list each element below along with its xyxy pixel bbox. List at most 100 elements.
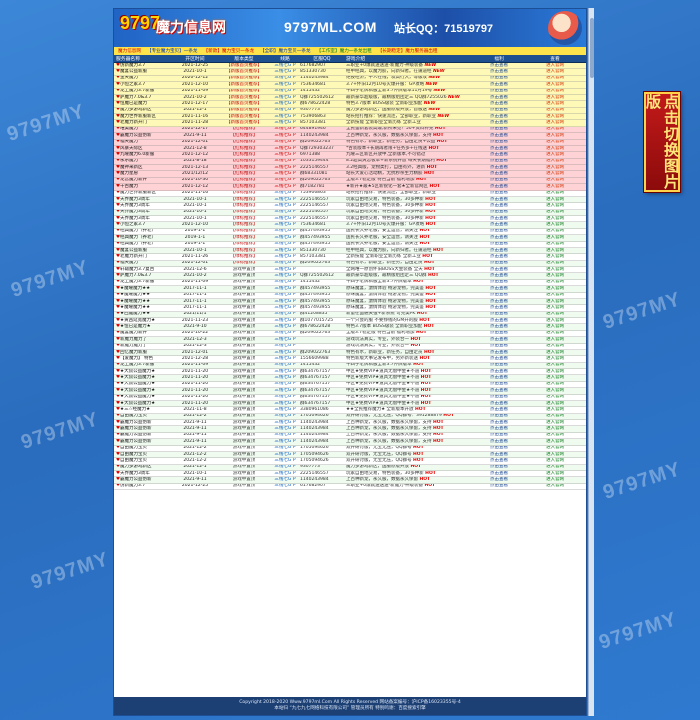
visit-site-link[interactable]: 进入官网 <box>546 471 564 476</box>
view-details-link[interactable]: 点击查看 <box>490 152 508 157</box>
view-details-link[interactable]: 点击查看 <box>490 312 508 317</box>
visit-site-link[interactable]: 进入官网 <box>546 286 564 291</box>
server-name[interactable]: ♥九曜魔力6.0新服 <box>114 152 172 157</box>
view-details-link[interactable]: 点击查看 <box>490 235 508 240</box>
server-name[interactable]: ♥魔力世界新服新区 <box>114 191 172 196</box>
title-link[interactable]: 【工作室】魔力一条龙出租 <box>317 48 372 54</box>
view-details-link[interactable]: 点击查看 <box>490 439 508 444</box>
server-name[interactable]: ♥★西魔魔力★★ <box>114 312 172 317</box>
title-link[interactable]: 【全职】魔力宝贝一条龙 <box>260 48 311 54</box>
visit-site-link[interactable]: 进入官网 <box>546 350 564 355</box>
view-details-link[interactable]: 点击查看 <box>490 484 508 489</box>
server-name[interactable]: ♥龙上魔力3.7新服 <box>114 89 172 94</box>
view-details-link[interactable]: 点击查看 <box>490 452 508 457</box>
server-name[interactable]: ♥唯美魔力 <box>114 127 172 132</box>
view-details-link[interactable]: 点击查看 <box>490 375 508 380</box>
visit-site-link[interactable]: 进入官网 <box>546 395 564 400</box>
visit-site-link[interactable]: 进入官网 <box>546 235 564 240</box>
server-name[interactable]: ♥自由魔力宝贝 <box>114 452 172 457</box>
view-details-link[interactable]: 点击查看 <box>490 305 508 310</box>
view-details-link[interactable]: 点击查看 <box>490 382 508 387</box>
visit-site-link[interactable]: 进入官网 <box>546 210 564 215</box>
visit-site-link[interactable]: 进入官网 <box>546 414 564 419</box>
visit-site-link[interactable]: 进入官网 <box>546 375 564 380</box>
server-name[interactable]: ♥龙宫魔力新开 <box>114 178 172 183</box>
server-name[interactable]: ♥★大叔公益魔力★ <box>114 401 172 406</box>
view-details-link[interactable]: 点击查看 <box>490 369 508 374</box>
visit-site-link[interactable]: 进入官网 <box>546 273 564 278</box>
visit-site-link[interactable]: 进入官网 <box>546 280 564 285</box>
view-details-link[interactable]: 点击查看 <box>490 414 508 419</box>
view-details-link[interactable]: 点击查看 <box>490 171 508 176</box>
visit-site-link[interactable]: 进入官网 <box>546 178 564 183</box>
visit-site-link[interactable]: 进入官网 <box>546 439 564 444</box>
server-name[interactable]: ♥★大叔公益魔力★ <box>114 388 172 393</box>
view-details-link[interactable]: 点击查看 <box>490 286 508 291</box>
table-row[interactable]: ♥仿新魔力3.7 2021-12-25 游戏中置顶 三线七G P 617682907 三职… <box>114 483 586 491</box>
view-details-link[interactable]: 点击查看 <box>490 344 508 349</box>
visit-site-link[interactable]: 进入官网 <box>546 337 564 342</box>
visit-site-link[interactable]: 进入官网 <box>546 426 564 431</box>
visit-site-link[interactable]: 进入官网 <box>546 401 564 406</box>
site-logo[interactable]: 9797 <box>120 13 160 34</box>
view-details-link[interactable]: 点击查看 <box>490 331 508 336</box>
server-name[interactable]: ♥萨魔力7.0&3.7 <box>114 95 172 100</box>
visit-site-link[interactable]: 进入官网 <box>546 171 564 176</box>
visit-site-link[interactable]: 进入官网 <box>546 120 564 125</box>
view-details-link[interactable]: 点击查看 <box>490 337 508 342</box>
server-name[interactable]: ♥霸魔力公益仿新 <box>114 426 172 431</box>
view-details-link[interactable]: 点击查看 <box>490 477 508 482</box>
view-details-link[interactable]: 点击查看 <box>490 465 508 470</box>
view-details-link[interactable]: 点击查看 <box>490 242 508 247</box>
server-name[interactable]: ♥恒魔已是魔力 <box>114 101 172 106</box>
visit-site-link[interactable]: 进入官网 <box>546 152 564 157</box>
view-details-link[interactable]: 点击查看 <box>490 120 508 125</box>
visit-site-link[interactable]: 进入官网 <box>546 165 564 170</box>
server-name[interactable]: ♥★大叔公益魔力★ <box>114 382 172 387</box>
view-details-link[interactable]: 点击查看 <box>490 184 508 189</box>
view-details-link[interactable]: 点击查看 <box>490 261 508 266</box>
server-name[interactable]: ♥天界魔力3周年 <box>114 216 172 221</box>
server-name[interactable]: ♥魔力多游戏新区 <box>114 108 172 113</box>
visit-site-link[interactable]: 进入官网 <box>546 318 564 323</box>
server-name[interactable]: ♥千古魔力 <box>114 184 172 189</box>
visit-site-link[interactable]: 进入官网 <box>546 82 564 87</box>
visit-site-link[interactable]: 进入官网 <box>546 382 564 387</box>
server-name[interactable]: ♥★三☆经魔力★ <box>114 407 172 412</box>
server-name[interactable]: ♥★魔曜魔力★★ <box>114 299 172 304</box>
visit-site-link[interactable]: 进入官网 <box>546 114 564 119</box>
view-details-link[interactable]: 点击查看 <box>490 324 508 329</box>
server-name[interactable]: ♥★魔曜魔力★★ <box>114 305 172 310</box>
visit-site-link[interactable]: 进入官网 <box>546 446 564 451</box>
view-details-link[interactable]: 点击查看 <box>490 388 508 393</box>
view-details-link[interactable]: 点击查看 <box>490 318 508 323</box>
view-details-link[interactable]: 点击查看 <box>490 267 508 272</box>
view-details-link[interactable]: 点击查看 <box>490 229 508 234</box>
visit-site-link[interactable]: 进入官网 <box>546 133 564 138</box>
server-name[interactable]: ♥老魔力新开门 <box>114 254 172 259</box>
view-details-link[interactable]: 点击查看 <box>490 363 508 368</box>
server-name[interactable]: ♥风暴天际区 <box>114 146 172 151</box>
server-name[interactable]: ♥霸魔力公益仿新 <box>114 477 172 482</box>
server-name[interactable]: ♥新魔力魔力了 <box>114 344 172 349</box>
switch-to-image-version-button[interactable]: 点击切换图片版 <box>644 92 680 192</box>
visit-site-link[interactable]: 进入官网 <box>546 267 564 272</box>
server-name[interactable]: ♥永乐魔力 <box>114 159 172 164</box>
server-name[interactable]: ♥回忆魔力新服 <box>114 350 172 355</box>
server-name[interactable]: ♥天界魔力3周年 <box>114 203 172 208</box>
visit-site-link[interactable]: 进入官网 <box>546 63 564 68</box>
view-details-link[interactable]: 点击查看 <box>490 280 508 285</box>
view-details-link[interactable]: 点击查看 <box>490 222 508 227</box>
title-link[interactable]: 【专业魔力宝贝】一条龙 <box>147 48 198 54</box>
view-details-link[interactable]: 点击查看 <box>490 140 508 145</box>
visit-site-link[interactable]: 进入官网 <box>546 484 564 489</box>
view-details-link[interactable]: 点击查看 <box>490 114 508 119</box>
view-details-link[interactable]: 点击查看 <box>490 76 508 81</box>
server-name[interactable]: ♥魔宴公益新服 <box>114 69 172 74</box>
view-details-link[interactable]: 点击查看 <box>490 108 508 113</box>
visit-site-link[interactable]: 进入官网 <box>546 242 564 247</box>
view-details-link[interactable]: 点击查看 <box>490 197 508 202</box>
server-name[interactable]: ♥★魔曜魔力★★ <box>114 286 172 291</box>
visit-site-link[interactable]: 进入官网 <box>546 356 564 361</box>
server-name[interactable]: ♥天界魔力3周年 <box>114 197 172 202</box>
